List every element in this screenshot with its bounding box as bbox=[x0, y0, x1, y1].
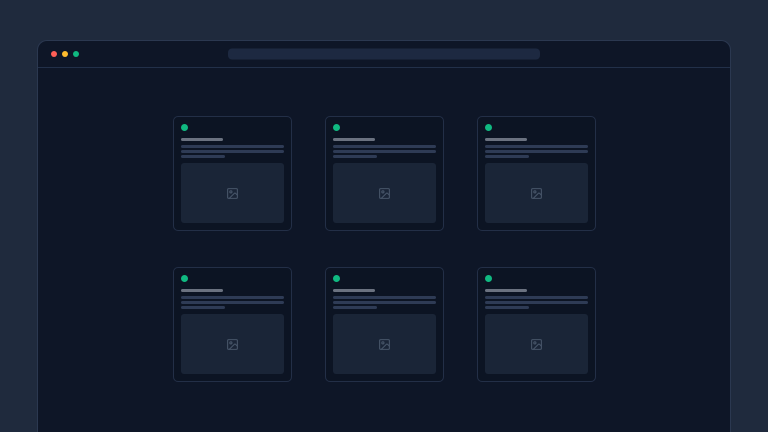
skeleton-text-line bbox=[181, 150, 284, 153]
image-icon bbox=[530, 338, 543, 351]
status-dot bbox=[333, 275, 340, 282]
image-icon bbox=[226, 338, 239, 351]
skeleton-title-line bbox=[181, 138, 223, 141]
placeholder-card[interactable] bbox=[325, 116, 444, 231]
skeleton-title-line bbox=[333, 138, 375, 141]
skeleton-title-line bbox=[485, 289, 527, 292]
skeleton-title-line bbox=[333, 289, 375, 292]
image-placeholder bbox=[485, 163, 588, 223]
image-placeholder bbox=[333, 314, 436, 374]
skeleton-text-line bbox=[333, 296, 436, 299]
status-dot bbox=[333, 124, 340, 131]
traffic-light-maximize[interactable] bbox=[73, 51, 79, 57]
skeleton-text-line bbox=[181, 301, 284, 304]
skeleton-text-line bbox=[485, 150, 588, 153]
image-icon bbox=[530, 187, 543, 200]
browser-window bbox=[37, 40, 731, 432]
skeleton-text-line bbox=[181, 296, 284, 299]
url-bar[interactable] bbox=[228, 49, 540, 60]
image-placeholder bbox=[485, 314, 588, 374]
skeleton-text-line bbox=[181, 155, 225, 158]
skeleton-text-line bbox=[333, 155, 377, 158]
image-placeholder bbox=[181, 163, 284, 223]
skeleton-text-line bbox=[485, 306, 529, 309]
placeholder-card[interactable] bbox=[173, 116, 292, 231]
skeleton-text-line bbox=[333, 150, 436, 153]
traffic-light-minimize[interactable] bbox=[62, 51, 68, 57]
skeleton-text-line bbox=[181, 145, 284, 148]
traffic-light-close[interactable] bbox=[51, 51, 57, 57]
skeleton-title-line bbox=[181, 289, 223, 292]
titlebar bbox=[38, 41, 730, 68]
skeleton-text-line bbox=[485, 155, 529, 158]
image-placeholder bbox=[333, 163, 436, 223]
card-grid bbox=[173, 116, 596, 382]
placeholder-card[interactable] bbox=[477, 116, 596, 231]
placeholder-card[interactable] bbox=[325, 267, 444, 382]
skeleton-text-line bbox=[333, 145, 436, 148]
skeleton-text-line bbox=[333, 301, 436, 304]
skeleton-text-line bbox=[485, 145, 588, 148]
skeleton-title-line bbox=[485, 138, 527, 141]
status-dot bbox=[485, 124, 492, 131]
status-dot bbox=[181, 124, 188, 131]
image-icon bbox=[226, 187, 239, 200]
status-dot bbox=[181, 275, 188, 282]
image-placeholder bbox=[181, 314, 284, 374]
skeleton-text-line bbox=[485, 301, 588, 304]
placeholder-card[interactable] bbox=[173, 267, 292, 382]
skeleton-text-line bbox=[485, 296, 588, 299]
image-icon bbox=[378, 338, 391, 351]
status-dot bbox=[485, 275, 492, 282]
placeholder-card[interactable] bbox=[477, 267, 596, 382]
image-icon bbox=[378, 187, 391, 200]
skeleton-text-line bbox=[181, 306, 225, 309]
traffic-lights bbox=[51, 51, 79, 57]
skeleton-text-line bbox=[333, 306, 377, 309]
